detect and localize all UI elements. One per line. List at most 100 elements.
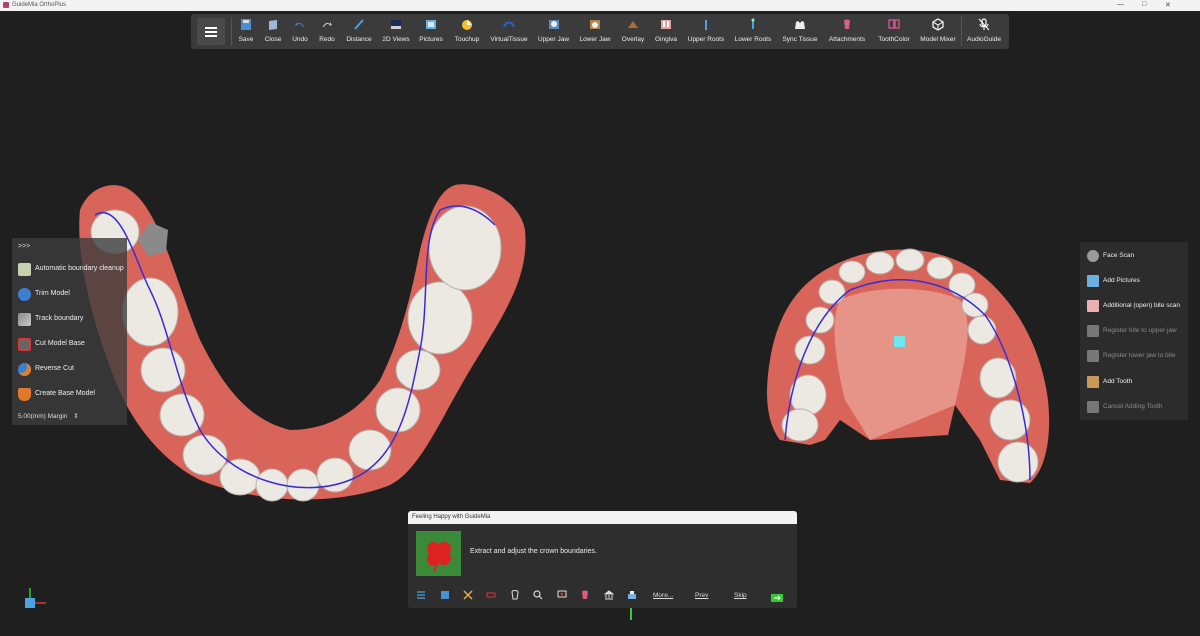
- track-boundary-icon: [18, 313, 31, 326]
- overlay-button[interactable]: Overlay: [619, 17, 647, 47]
- cancel-tooth-icon: [1087, 401, 1099, 413]
- attachments-button[interactable]: Attachments: [827, 17, 867, 47]
- touchup-button[interactable]: Touchup: [452, 17, 482, 47]
- lower-jaw-model[interactable]: [79, 184, 526, 502]
- add-pictures-button[interactable]: Add Pictures: [1087, 273, 1187, 291]
- reverse-cut-button[interactable]: Reverse Cut: [18, 361, 126, 379]
- cut-model-base-button[interactable]: Cut Model Base: [18, 336, 126, 354]
- trim-model-button[interactable]: Trim Model: [18, 286, 126, 304]
- reverse-cut-icon: [18, 363, 31, 376]
- trim-tools-panel: >>> Automatic boundary cleanup Trim Mode…: [12, 238, 127, 425]
- guide-more-link[interactable]: More...: [653, 592, 673, 599]
- spinner-arrows-icon[interactable]: ⇕: [73, 413, 78, 420]
- panel-collapse-toggle[interactable]: >>>: [18, 243, 30, 250]
- bite-scan-icon: [1087, 300, 1099, 312]
- tooth: [818, 279, 846, 305]
- add-tooth-button[interactable]: Add Tooth: [1087, 374, 1187, 392]
- tooth: [838, 260, 866, 284]
- models-icon: [628, 591, 636, 599]
- main-toolbar: Save Close Undo Redo Distance 2D Views P…: [191, 14, 1009, 49]
- window-close-icon[interactable]: ✕: [1165, 1, 1171, 9]
- lower-jaw-button[interactable]: Lower Jaw: [578, 17, 612, 47]
- guide-popup: Feeling Happy with GuideMia Extract and …: [408, 511, 797, 608]
- guide-search-button[interactable]: [533, 590, 543, 604]
- upper-roots-button[interactable]: Upper Roots: [686, 17, 726, 47]
- guide-next-button[interactable]: [770, 590, 784, 604]
- save-icon: [241, 19, 251, 30]
- lower-jaw-icon: [590, 20, 600, 29]
- hamburger-menu-button[interactable]: [197, 18, 225, 45]
- lower-roots-button[interactable]: Lower Roots: [734, 17, 772, 47]
- pictures-button[interactable]: Pictures: [418, 17, 444, 47]
- bank-icon: [604, 590, 614, 600]
- create-base-model-button[interactable]: Create Base Model: [18, 386, 126, 404]
- 2d-views-button[interactable]: 2D Views: [381, 17, 411, 47]
- tooth: [967, 315, 997, 345]
- axis-triad: [25, 588, 46, 608]
- tooth: [140, 347, 186, 393]
- tools-icon: [463, 590, 473, 600]
- guide-skip-link[interactable]: Skip: [734, 592, 747, 599]
- face-scan-button[interactable]: Face Scan: [1087, 248, 1187, 266]
- save-button[interactable]: Save: [235, 17, 257, 47]
- guide-screen-button[interactable]: [557, 590, 567, 604]
- tooth-color-button[interactable]: ToothColor: [876, 17, 912, 47]
- guide-attachment-button[interactable]: [580, 590, 590, 604]
- views-icon: [441, 591, 449, 599]
- tooth: [428, 205, 502, 291]
- tooth: [895, 248, 925, 272]
- guide-prev-link[interactable]: Prev: [695, 592, 708, 599]
- ruler-icon: [354, 19, 364, 30]
- upper-jaw-model[interactable]: [767, 248, 1050, 483]
- tooth: [926, 256, 954, 280]
- undo-icon: [295, 22, 304, 27]
- face-scan-icon: [1087, 250, 1099, 262]
- touchup-icon: [462, 20, 472, 30]
- guide-tools-button[interactable]: [463, 590, 473, 604]
- pictures-icon: [426, 20, 436, 29]
- boundary-cleanup-icon: [18, 263, 31, 276]
- model-mixer-icon: [932, 18, 944, 31]
- window-title: GuideMia OrthoPlus: [12, 2, 67, 8]
- automatic-boundary-cleanup-button[interactable]: Automatic boundary cleanup: [18, 261, 126, 279]
- guide-views-button[interactable]: [440, 590, 450, 604]
- redo-button[interactable]: Redo: [315, 17, 339, 47]
- close-file-icon: [269, 20, 277, 30]
- minimize-icon[interactable]: —: [1117, 1, 1124, 8]
- upper-jaw-button[interactable]: Upper Jaw: [536, 17, 571, 47]
- register-upper-icon: [1087, 325, 1099, 337]
- cut-icon: [486, 592, 496, 598]
- tooth: [407, 281, 473, 355]
- tooth: [979, 357, 1017, 399]
- close-button[interactable]: Close: [261, 17, 285, 47]
- undo-button[interactable]: Undo: [289, 17, 311, 47]
- additional-bite-scan-button[interactable]: Additional (open) bite scan: [1087, 298, 1187, 316]
- audio-guide-button[interactable]: AudioGuide: [965, 17, 1003, 47]
- cancel-adding-tooth-button[interactable]: Cancel Adding Tooth: [1087, 399, 1187, 417]
- gingiva-icon: [661, 20, 671, 29]
- sync-tissue-button[interactable]: Sync Tissue: [781, 17, 819, 47]
- guide-models-button[interactable]: [627, 590, 637, 604]
- guide-tooth-button[interactable]: [510, 590, 520, 604]
- overlay-icon: [628, 21, 638, 28]
- register-lower-bite-button[interactable]: Register lower jaw to bite: [1087, 348, 1187, 366]
- model-mixer-button[interactable]: Model Mixer: [919, 17, 957, 47]
- virtual-tissue-button[interactable]: VirtualTissue: [489, 17, 529, 47]
- tooth-color-icon: [888, 19, 900, 29]
- margin-spinbox[interactable]: 5.00(mm) Margin ⇕: [18, 412, 79, 420]
- cut-base-icon: [18, 338, 31, 351]
- selection-marker[interactable]: [894, 336, 905, 347]
- toolbar-divider: [961, 17, 962, 46]
- menu-icon: [417, 591, 425, 599]
- register-bite-upper-button[interactable]: Register bite to upper jaw: [1087, 323, 1187, 341]
- guide-cut-button[interactable]: [486, 590, 496, 604]
- distance-button[interactable]: Distance: [344, 17, 374, 47]
- maximize-icon[interactable]: □: [1142, 1, 1146, 8]
- search-icon: [533, 590, 543, 600]
- create-base-icon: [18, 388, 31, 401]
- guide-menu-button[interactable]: [416, 590, 426, 604]
- guide-bank-button[interactable]: [604, 590, 614, 604]
- screen-icon: [557, 590, 567, 598]
- track-boundary-button[interactable]: Track boundary: [18, 311, 126, 329]
- gingiva-button[interactable]: Gingiva: [652, 17, 680, 47]
